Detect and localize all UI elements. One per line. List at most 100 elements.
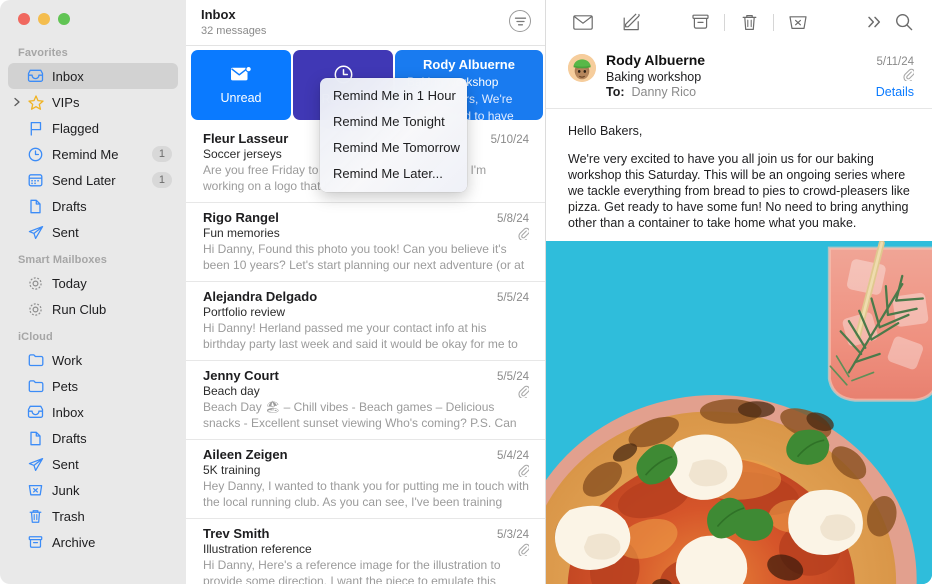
sidebar-item-label: Archive	[52, 534, 96, 550]
row-date: 5/10/24	[490, 134, 529, 146]
sidebar-item-label: VIPs	[52, 94, 80, 110]
pizza-photo-image	[546, 241, 932, 584]
trash-icon	[742, 14, 757, 31]
sidebar-item-sent-icloud[interactable]: Sent	[8, 451, 178, 477]
table-row[interactable]: Alejandra Delgado 5/5/24 Portfolio revie…	[186, 282, 545, 361]
paperclip-icon	[518, 464, 529, 477]
sidebar-item-today[interactable]: Today	[8, 270, 178, 296]
body-paragraph: We're very excited to have you all join …	[568, 152, 910, 230]
sidebar-item-flagged[interactable]: Flagged	[8, 115, 178, 141]
row-subject: 5K training	[203, 463, 261, 477]
sidebar-item-sent[interactable]: Sent	[8, 219, 178, 245]
toolbar-divider	[773, 13, 774, 31]
clock-icon	[26, 146, 45, 162]
sidebar-item-inbox[interactable]: Inbox	[8, 63, 178, 89]
menu-item-remind-later[interactable]: Remind Me Later...	[320, 161, 467, 187]
swipe-unread-button[interactable]: Unread	[191, 50, 291, 120]
sidebar-item-pets[interactable]: Pets	[8, 373, 178, 399]
table-row[interactable]: Aileen Zeigen 5/4/24 5K training Hey Dan…	[186, 440, 545, 519]
sidebar-item-label: Inbox	[52, 404, 84, 420]
row-sender: Fleur Lasseur	[203, 131, 289, 146]
sidebar-item-label: Today	[52, 275, 87, 291]
mail-window: Favorites Inbox VIPs Flagged Remind Me 1…	[0, 0, 932, 584]
table-row[interactable]: Rigo Rangel 5/8/24 Fun memories Hi Danny…	[186, 203, 545, 282]
row-preview: Beach Day 🏖 – Chill vibes - Beach games …	[203, 400, 517, 430]
close-button[interactable]	[18, 13, 30, 25]
row-subject: Portfolio review	[203, 305, 286, 319]
filter-icon[interactable]	[509, 10, 531, 32]
search-icon	[895, 13, 913, 31]
sidebar-item-send-later[interactable]: Send Later 1	[8, 167, 178, 193]
row-date: 5/8/24	[497, 213, 529, 225]
inbox-icon	[26, 404, 45, 420]
sidebar-item-label: Sent	[52, 224, 79, 240]
to-label: To:	[606, 85, 625, 99]
reader-toolbar	[546, 0, 932, 44]
more-button[interactable]	[859, 9, 889, 35]
sidebar-item-label: Pets	[52, 378, 79, 394]
flag-icon	[26, 120, 45, 136]
delete-button[interactable]	[734, 9, 764, 35]
chevron-double-right-icon	[866, 15, 883, 29]
paperclip-icon	[518, 543, 529, 556]
paper-plane-icon	[26, 224, 45, 240]
recipient-line: To: Danny Rico	[606, 85, 696, 99]
archive-button[interactable]	[685, 9, 715, 35]
envelope-icon	[573, 14, 593, 30]
gear-icon	[26, 301, 45, 317]
message-list: Inbox 32 messages Unread Remind	[186, 0, 546, 584]
sidebar-item-archive[interactable]: Archive	[8, 529, 178, 555]
mark-unread-button[interactable]	[568, 9, 598, 35]
star-icon	[26, 94, 45, 110]
calendar-icon	[26, 172, 45, 188]
sidebar-item-label: Drafts	[52, 198, 87, 214]
sidebar-item-remind-me[interactable]: Remind Me 1	[8, 141, 178, 167]
row-sender: Rody Albuerne	[423, 57, 515, 72]
row-date: 5/4/24	[497, 450, 529, 462]
row-preview: Hey Danny, I wanted to thank you for put…	[203, 479, 529, 509]
minimize-button[interactable]	[38, 13, 50, 25]
sidebar-item-label: Remind Me	[52, 146, 119, 162]
sidebar-item-label: Junk	[52, 482, 80, 498]
compose-icon	[623, 13, 641, 31]
sidebar-item-drafts-icloud[interactable]: Drafts	[8, 425, 178, 451]
menu-item-remind-tonight[interactable]: Remind Me Tonight	[320, 109, 467, 135]
sidebar-item-inbox-icloud[interactable]: Inbox	[8, 399, 178, 425]
row-date: 5/3/24	[497, 529, 529, 541]
menu-item-remind-1-hour[interactable]: Remind Me in 1 Hour	[320, 83, 467, 109]
menu-item-remind-tomorrow[interactable]: Remind Me Tomorrow	[320, 135, 467, 161]
paperclip-icon	[518, 385, 529, 398]
sidebar-item-label: Inbox	[52, 68, 84, 84]
zoom-button[interactable]	[58, 13, 70, 25]
sidebar-item-label: Work	[52, 352, 83, 368]
message-body: Hello Bakers, We're very excited to have…	[546, 109, 932, 241]
pizza-photo[interactable]	[546, 241, 932, 584]
sidebar-item-drafts[interactable]: Drafts	[8, 193, 178, 219]
paper-plane-icon	[26, 456, 45, 472]
sidebar-item-label: Flagged	[52, 120, 99, 136]
junk-button[interactable]	[783, 9, 813, 35]
row-date: 5/5/24	[497, 371, 529, 383]
folder-icon	[26, 352, 45, 368]
search-button[interactable]	[889, 9, 919, 35]
toolbar-divider	[724, 13, 725, 31]
row-preview: Hi Danny, Here's a reference image for t…	[203, 558, 501, 584]
table-row[interactable]: Trev Smith 5/3/24 Illustration reference…	[186, 519, 545, 584]
chevron-right-icon[interactable]	[13, 97, 23, 107]
avatar[interactable]	[568, 54, 596, 82]
sidebar-item-run-club[interactable]: Run Club	[8, 296, 178, 322]
sidebar-item-trash[interactable]: Trash	[8, 503, 178, 529]
table-row[interactable]: Jenny Court 5/5/24 Beach day Beach Day 🏖…	[186, 361, 545, 440]
message-header: Rody Albuerne 5/11/24 Baking workshop To…	[546, 44, 932, 109]
sidebar-item-label: Drafts	[52, 430, 87, 446]
compose-button[interactable]	[617, 9, 647, 35]
junk-icon	[789, 15, 807, 30]
sidebar-item-junk[interactable]: Junk	[8, 477, 178, 503]
message-count: 32 messages	[201, 25, 267, 37]
sidebar-item-vips[interactable]: VIPs	[8, 89, 178, 115]
row-preview: Hi Danny! Herland passed me your contact…	[203, 321, 518, 351]
message-date: 5/11/24	[876, 56, 914, 68]
sidebar-item-label: Run Club	[52, 301, 107, 317]
sidebar-item-work[interactable]: Work	[8, 347, 178, 373]
details-link[interactable]: Details	[876, 85, 914, 99]
